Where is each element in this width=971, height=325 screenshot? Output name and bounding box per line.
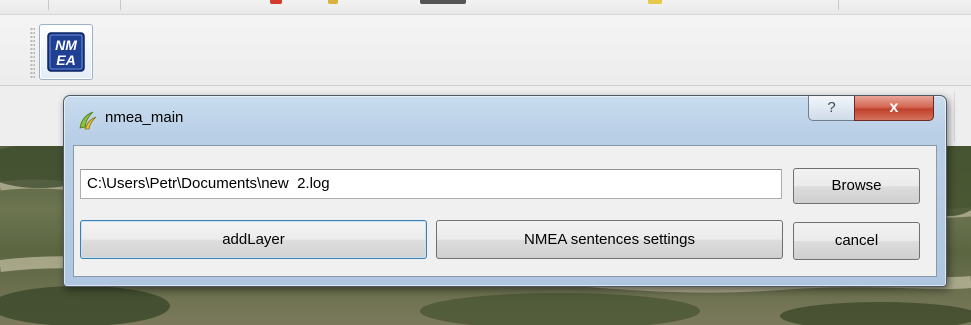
toolbar-separator <box>120 0 121 10</box>
nmea-main-dialog: nmea_main ? x C:\Users\Petr\Documents\ne… <box>63 95 947 287</box>
toolbar-separator <box>48 0 49 10</box>
nmea-plugin-button[interactable]: NM EA <box>39 24 93 80</box>
toolbar-separator <box>838 0 839 10</box>
close-icon: x <box>889 99 899 116</box>
browse-button[interactable]: Browse <box>793 168 920 204</box>
nmea-sentences-settings-button[interactable]: NMEA sentences settings <box>436 220 783 259</box>
panel-divider <box>954 92 955 142</box>
qgis-icon <box>79 111 97 130</box>
top-toolbar-strip <box>0 0 971 15</box>
svg-text:EA: EA <box>56 52 75 68</box>
add-layer-button[interactable]: addLayer <box>80 220 427 259</box>
help-button[interactable]: ? <box>808 96 855 121</box>
svg-text:NM: NM <box>55 37 77 53</box>
toolbar-icon-fragment[interactable] <box>420 0 466 4</box>
log-file-path-input[interactable]: C:\Users\Petr\Documents\new 2.log <box>80 169 782 199</box>
toolbar-icon-fragment[interactable] <box>648 0 662 4</box>
cancel-button[interactable]: cancel <box>793 222 920 260</box>
plugin-toolbar: NM EA <box>0 15 971 86</box>
close-button[interactable]: x <box>854 96 934 121</box>
nmea-icon: NM EA <box>47 32 85 72</box>
dialog-title: nmea_main <box>105 109 184 126</box>
toolbar-icon-fragment[interactable] <box>328 0 338 4</box>
toolbar-grip-handle[interactable] <box>30 27 35 79</box>
dialog-client-area: C:\Users\Petr\Documents\new 2.log Browse… <box>73 145 937 277</box>
toolbar-icon-fragment[interactable] <box>270 0 282 4</box>
help-icon: ? <box>827 99 836 116</box>
